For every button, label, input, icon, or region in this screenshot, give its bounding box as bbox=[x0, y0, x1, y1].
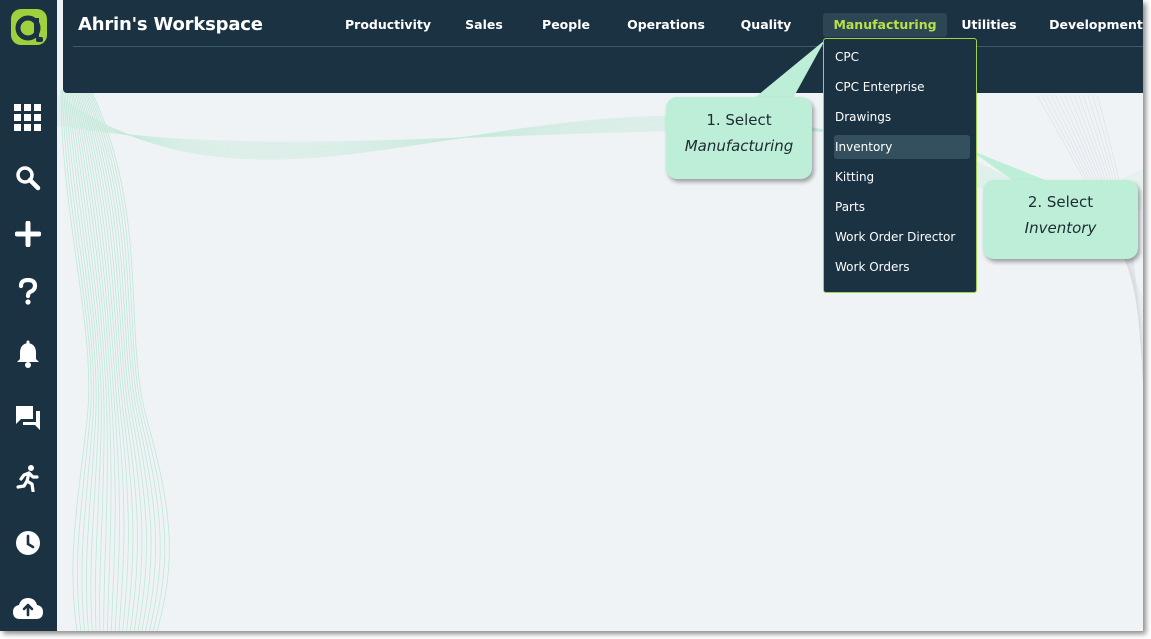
callout-step-2: 2. Select Inventory bbox=[983, 180, 1138, 259]
menu-item-drawings[interactable]: Drawings bbox=[834, 105, 970, 129]
callout-step-1-line1: 1. Select bbox=[706, 111, 772, 129]
callout-step-2-line2: Inventory bbox=[1024, 219, 1097, 237]
menu-item-work-order-director[interactable]: Work Order Director bbox=[834, 225, 970, 249]
callout-step-1: 1. Select Manufacturing bbox=[666, 97, 812, 179]
menu-item-work-orders[interactable]: Work Orders bbox=[834, 255, 970, 279]
menu-item-cpc-enterprise[interactable]: CPC Enterprise bbox=[834, 75, 970, 99]
manufacturing-dropdown: CPC CPC Enterprise Drawings Inventory Ki… bbox=[823, 38, 977, 293]
menu-item-parts[interactable]: Parts bbox=[834, 195, 970, 219]
menu-item-inventory[interactable]: Inventory bbox=[834, 135, 970, 159]
callout-step-2-line1: 2. Select bbox=[1027, 193, 1094, 211]
app-window: Ahrin's Workspace Productivity Sales Peo… bbox=[0, 0, 1143, 631]
menu-item-kitting[interactable]: Kitting bbox=[834, 165, 970, 189]
menu-item-cpc[interactable]: CPC bbox=[834, 45, 970, 69]
callout-step-1-line2: Manufacturing bbox=[684, 137, 794, 155]
